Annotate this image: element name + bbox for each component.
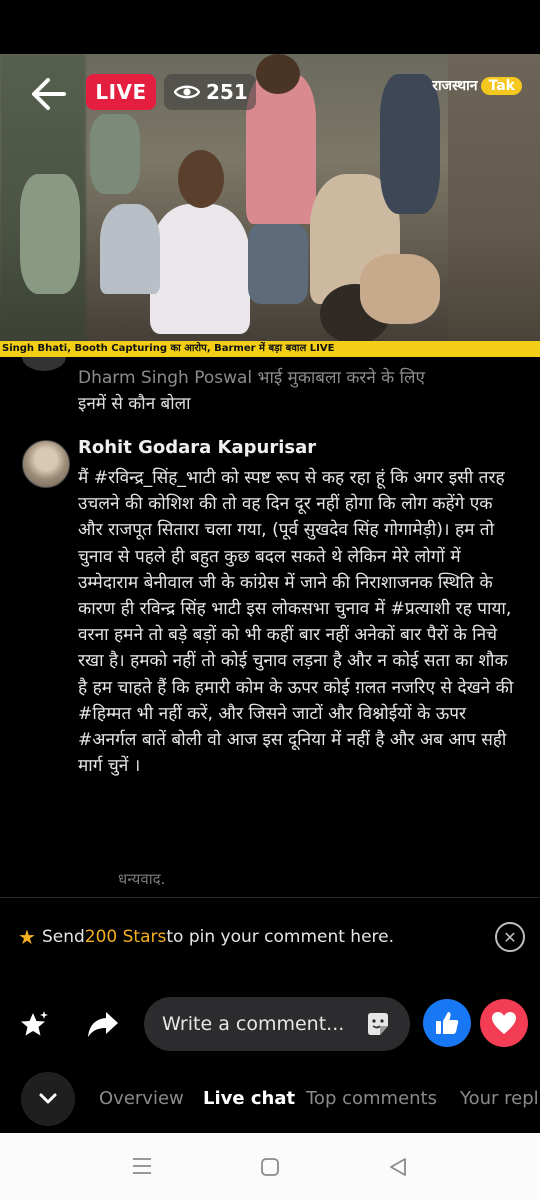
news-ticker: Singh Bhati, Booth Capturing का आरोप, Ba… — [0, 341, 540, 357]
video-figure — [246, 74, 316, 224]
stars-button[interactable] — [16, 1005, 54, 1043]
status-bar — [0, 0, 540, 54]
avatar[interactable] — [22, 357, 66, 371]
back-icon[interactable] — [388, 1157, 408, 1177]
video-figure — [90, 114, 140, 194]
video-figure — [248, 224, 308, 304]
promo-stars: 200 Stars — [84, 927, 167, 947]
next-comment-text: धन्यवाद. — [118, 870, 166, 888]
video-figure — [256, 54, 300, 94]
channel-name: राजस्थान — [432, 78, 478, 94]
like-button[interactable] — [423, 999, 471, 1047]
back-arrow-icon[interactable] — [28, 76, 68, 112]
promo-suffix: to pin your comment here. — [166, 927, 395, 947]
stars-promo[interactable]: ★ Send 200 Stars to pin your comment her… — [18, 925, 394, 949]
viewer-count: 251 — [206, 80, 248, 104]
live-badge: LIVE — [86, 74, 156, 110]
stars-icon: ★ — [18, 925, 36, 949]
recents-icon[interactable] — [132, 1157, 152, 1175]
viewer-count-badge: 251 — [164, 74, 256, 110]
comment-placeholder: Write a comment... — [162, 1013, 345, 1035]
love-button[interactable] — [480, 999, 528, 1047]
home-icon[interactable] — [260, 1157, 280, 1177]
channel-tag: Tak — [481, 76, 522, 95]
video-blur-right — [448, 54, 540, 344]
tab-live-chat[interactable]: Live chat — [203, 1088, 295, 1109]
video-figure — [20, 174, 80, 294]
divider — [0, 897, 540, 898]
close-icon[interactable]: ✕ — [495, 922, 525, 952]
avatar[interactable] — [22, 440, 70, 488]
tab-overview[interactable]: Overview — [99, 1088, 184, 1109]
video-figure — [380, 74, 440, 214]
channel-logo: राजस्थान Tak — [432, 76, 522, 95]
system-nav-bar — [0, 1133, 540, 1200]
promo-prefix: Send — [41, 927, 85, 947]
previous-comment-text: इनमें से कौन बोला — [78, 394, 191, 414]
chevron-down-icon — [39, 1093, 57, 1104]
comment-text: मैं #रविन्द्र_सिंह_भाटी को स्पष्ट रूप से… — [78, 468, 514, 777]
share-button[interactable] — [84, 1005, 122, 1043]
comment-composer: Write a comment... — [0, 995, 540, 1053]
live-chat-feed[interactable]: Dharm Singh Poswal भाई मुकाबला करने के ल… — [0, 357, 540, 897]
video-figure — [360, 254, 440, 324]
comment-author[interactable]: Rohit Godara Kapurisar — [78, 437, 316, 458]
eye-icon — [174, 85, 200, 99]
video-figure — [150, 204, 250, 334]
tab-top-comments[interactable]: Top comments — [306, 1088, 437, 1109]
video-figure — [100, 204, 160, 294]
stars-icon — [21, 1011, 48, 1036]
chat-tabs: Overview Live chat Top comments Your rep… — [0, 1070, 540, 1128]
collapse-button[interactable] — [21, 1072, 75, 1126]
comment-input[interactable]: Write a comment... — [144, 997, 410, 1051]
love-icon — [492, 1012, 516, 1034]
tab-your-replies[interactable]: Your repl — [460, 1088, 539, 1109]
live-video-player[interactable]: LIVE 251 राजस्थान Tak Singh Bhati, Booth… — [0, 54, 540, 357]
like-icon — [436, 1012, 459, 1034]
previous-comment-text: Dharm Singh Poswal भाई मुकाबला करने के ल… — [78, 368, 425, 388]
video-figure — [178, 150, 224, 208]
share-icon — [88, 1012, 118, 1037]
sticker-icon[interactable] — [364, 1010, 392, 1038]
